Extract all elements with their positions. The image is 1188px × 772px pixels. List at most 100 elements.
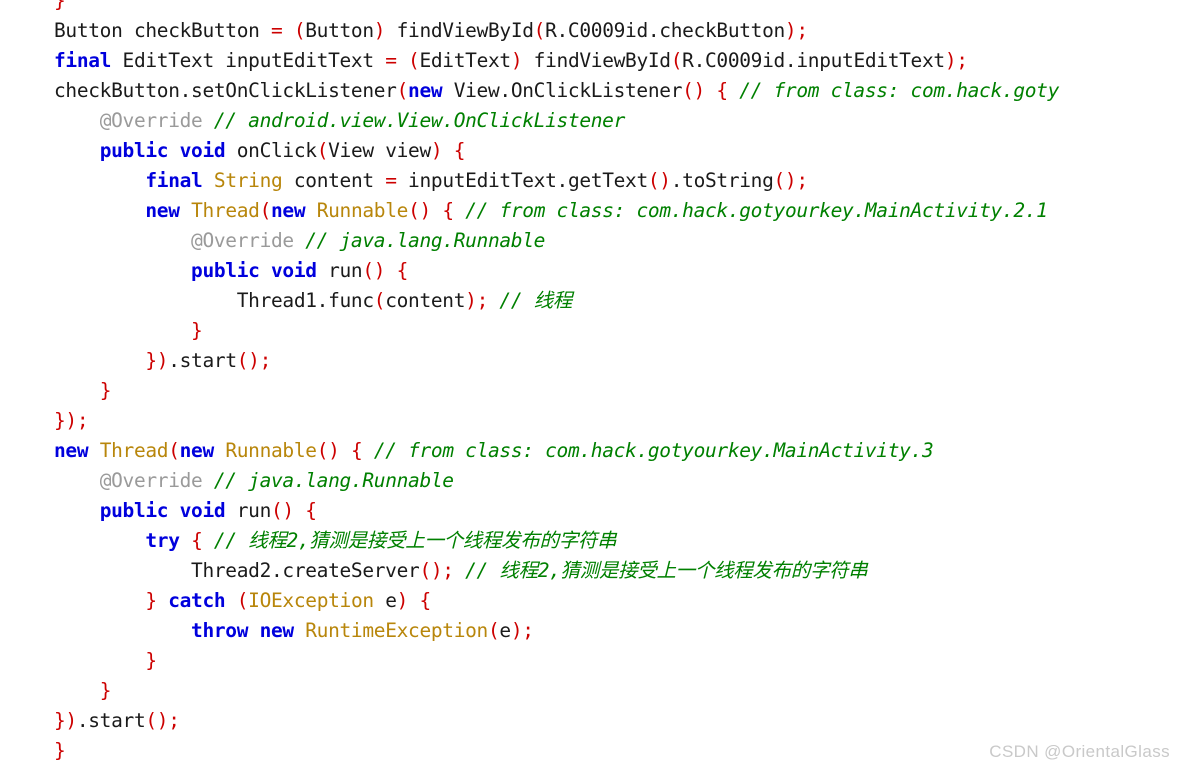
code-line: }); xyxy=(54,406,1059,436)
code-listing[interactable]: } Button checkButton = (Button) findViewB… xyxy=(54,0,1059,766)
code-token: // from class: com.hack.gotyourkey.MainA… xyxy=(373,439,934,462)
code-token: ( xyxy=(408,49,420,72)
code-token: ) xyxy=(430,139,443,162)
code-token: } xyxy=(191,319,203,342)
code-token: () xyxy=(316,439,340,462)
code-line: public void onClick(View view) { xyxy=(54,136,1059,166)
code-token: run xyxy=(225,499,272,522)
code-token: final xyxy=(54,49,112,72)
code-token: content xyxy=(282,169,386,192)
code-line: } xyxy=(54,736,1059,766)
code-token: { xyxy=(305,499,317,522)
code-token: Runnable xyxy=(225,439,317,462)
code-token: ( xyxy=(670,49,683,72)
code-token: throw new xyxy=(191,619,294,642)
code-token: e xyxy=(499,619,511,642)
code-token: @Override xyxy=(99,109,203,132)
code-token: } xyxy=(145,649,157,672)
code-line: Thread1.func(content); // 线程 xyxy=(54,286,1059,316)
code-line: } xyxy=(54,646,1059,676)
code-line: } catch (IOException e) { xyxy=(54,586,1059,616)
code-token: { xyxy=(453,139,466,162)
code-token: () xyxy=(408,199,431,222)
code-line: } xyxy=(54,0,1059,16)
code-token: public void xyxy=(99,499,226,522)
code-token: View view xyxy=(328,139,431,162)
code-token: ( xyxy=(236,589,249,612)
code-token: }) xyxy=(54,709,77,732)
code-token: ) xyxy=(373,19,386,42)
code-line: }).start(); xyxy=(54,346,1059,376)
code-line: } xyxy=(54,316,1059,346)
code-token: View.OnClickListener xyxy=(442,79,683,102)
code-token: .toString xyxy=(670,169,774,192)
code-token: ( xyxy=(487,619,500,642)
code-token: Thread xyxy=(99,439,169,462)
code-token: ); xyxy=(465,289,488,312)
code-token: .start xyxy=(168,349,237,372)
code-token: IOException xyxy=(248,589,374,612)
code-token: (); xyxy=(145,709,180,732)
code-token: ) xyxy=(396,589,409,612)
code-token: (); xyxy=(236,349,272,372)
code-token: String xyxy=(213,169,283,192)
code-token: // from class: com.hack.goty xyxy=(739,79,1059,102)
code-line: public void run() { xyxy=(54,496,1059,526)
code-token: R.C0009id.checkButton xyxy=(545,19,785,42)
code-token: EditText inputEditText xyxy=(111,49,386,72)
code-token: R.C0009id.inputEditText xyxy=(682,49,945,72)
code-token: final xyxy=(145,169,203,192)
code-line: }).start(); xyxy=(54,706,1059,736)
code-token: EditText xyxy=(419,49,511,72)
code-token: Button checkButton xyxy=(54,19,271,42)
code-line: new Thread(new Runnable() { // from clas… xyxy=(54,196,1059,226)
code-token: onClick xyxy=(225,139,317,162)
code-token: public void xyxy=(191,259,317,282)
code-token: // java.lang.Runnable xyxy=(213,469,454,492)
code-line: new Thread(new Runnable() { // from clas… xyxy=(54,436,1059,466)
code-token: (); xyxy=(419,559,454,582)
code-token: public void xyxy=(99,139,226,162)
code-token: }); xyxy=(54,409,89,432)
code-token: // 线程2,猜测是接受上一个线程发布的字符串 xyxy=(465,559,868,582)
code-token: } xyxy=(145,589,157,612)
code-line: @Override // java.lang.Runnable xyxy=(54,226,1059,256)
code-token: ); xyxy=(784,19,808,42)
code-token: ); xyxy=(944,49,968,72)
code-token: run xyxy=(316,259,363,282)
code-token: new xyxy=(145,199,180,222)
code-line: @Override // android.view.View.OnClickLi… xyxy=(54,106,1059,136)
code-token: ); xyxy=(510,619,534,642)
code-token: { xyxy=(442,199,454,222)
code-line: } xyxy=(54,376,1059,406)
code-token: new xyxy=(179,439,215,462)
code-token: () xyxy=(647,169,671,192)
code-token: ( xyxy=(259,199,272,222)
code-token: ( xyxy=(396,79,409,102)
code-token: Thread xyxy=(191,199,260,222)
code-token: RuntimeException xyxy=(305,619,488,642)
code-token: try xyxy=(145,529,180,552)
code-token: { xyxy=(191,529,203,552)
